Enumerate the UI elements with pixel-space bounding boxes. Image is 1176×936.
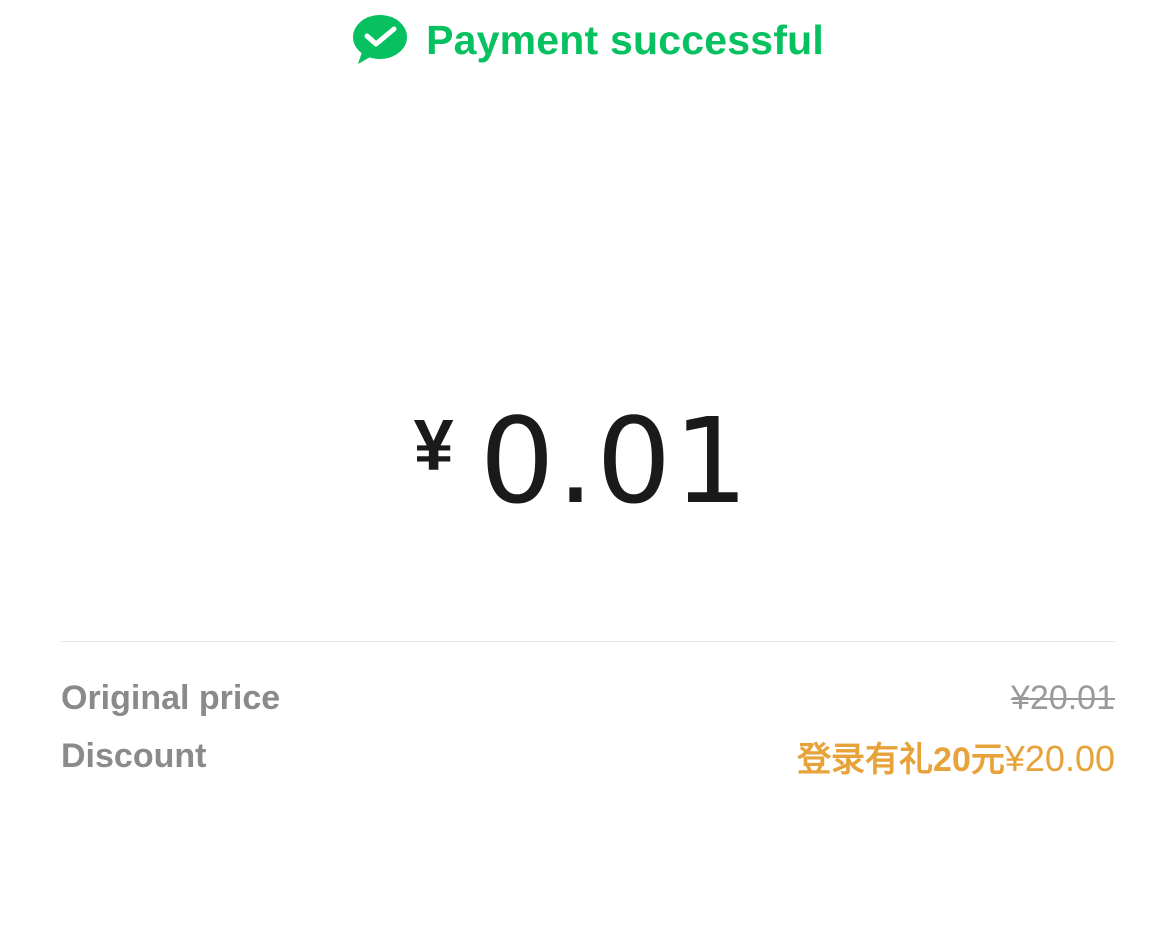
discount-label: Discount — [61, 736, 207, 775]
wechat-pay-check-icon — [352, 14, 408, 66]
original-price-label: Original price — [61, 678, 281, 717]
payment-amount: ¥ 0.01 — [0, 398, 1176, 524]
payment-status-header: Payment successful — [0, 12, 1176, 68]
discount-row: Discount 登录有礼20元 ¥20.00 — [61, 732, 1115, 780]
amount-value: 0.01 — [479, 392, 751, 530]
original-price-row: Original price ¥20.01 — [61, 674, 1115, 722]
discount-value-group: 登录有礼20元 ¥20.00 — [797, 732, 1115, 781]
payment-status-title: Payment successful — [426, 17, 824, 63]
original-price-value: ¥20.01 — [1011, 678, 1115, 717]
amount-currency-symbol: ¥ — [413, 406, 454, 486]
discount-amount: ¥20.00 — [1004, 737, 1115, 779]
discount-promo-name: 登录有礼20元 — [797, 740, 1005, 779]
divider — [61, 641, 1115, 642]
